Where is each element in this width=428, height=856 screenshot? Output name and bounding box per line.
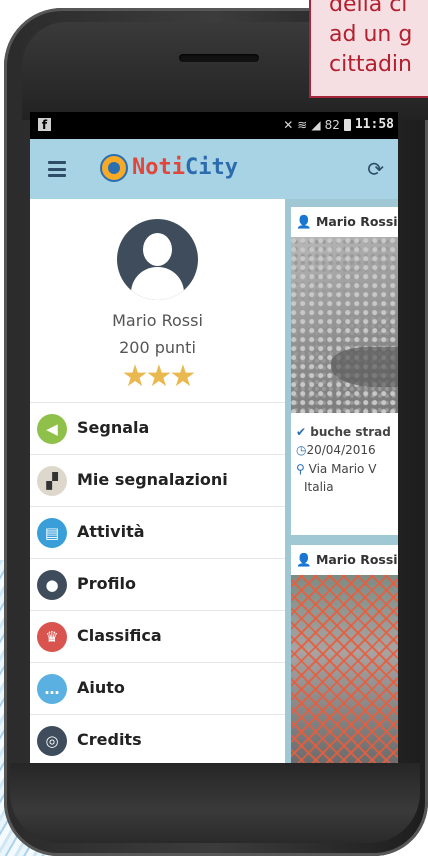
report-card[interactable]: 👤 Mario Rossi ✔ buche strad ◷20/04/2016 … [291,207,398,535]
phone-speaker [179,54,259,62]
facebook-icon: f [38,118,51,132]
rings-icon: ◎ [37,726,67,756]
menu-item-segnala[interactable]: ◀ Segnala [30,402,285,454]
drawer-menu: ◀ Segnala ▞ Mie segnalazioni ▤ Attività … [30,402,285,763]
user-name: Mario Rossi [112,311,203,330]
callout-line-2: ad un g [329,22,413,47]
card-author: Mario Rossi [315,552,398,567]
user-icon: ● [37,570,67,600]
logo-text-city: City [184,155,238,180]
card-category: ✔ buche strad [296,425,391,439]
callout-box: della ci ad un g cittadin [309,0,428,98]
avatar[interactable] [117,219,198,300]
report-card[interactable]: 👤 Mario Rossi [291,545,398,763]
location-icon: ⚲ [296,462,305,476]
callout-line-3: cittadin [329,52,412,77]
callout-line-1: della ci [329,0,408,17]
app-logo-icon [100,154,128,182]
battery-level: 82 [324,117,340,132]
mute-icon: ✕ [283,117,294,132]
wifi-icon: ≋ [297,117,308,132]
check-icon: ✔ [296,425,307,439]
card-date: ◷20/04/2016 [296,443,376,457]
logo-text-noti: Noti [132,155,185,180]
card-address: ⚲ Via Mario V [296,462,376,476]
user-icon: 👤 [296,214,312,229]
menu-icon[interactable] [48,161,66,177]
menu-item-profilo[interactable]: ● Profilo [30,558,285,610]
menu-item-attivita[interactable]: ▤ Attività [30,506,285,558]
app-logo: NotiCity [132,155,238,180]
report-photo[interactable] [291,237,398,413]
phone-screen: f ✕ ≋ ◢ 82 11:58 NotiCity ⟳ Mario Rossi … [30,112,398,763]
menu-item-label: Aiuto [77,678,125,697]
card-address-text: Via Mario V [308,462,377,476]
menu-item-aiuto[interactable]: … Aiuto [30,662,285,714]
menu-item-label: Segnala [77,418,150,437]
menu-item-label: Profilo [77,574,136,593]
navigation-drawer: Mario Rossi 200 punti ★★★ ◀ Segnala ▞ Mi… [30,199,285,763]
phone-bottom-bezel [10,763,420,843]
megaphone-icon: ◀ [37,414,67,444]
clock: 11:58 [354,117,394,132]
menu-item-classifica[interactable]: ♛ Classifica [30,610,285,662]
app-bar: NotiCity ⟳ [30,139,398,199]
refresh-icon[interactable]: ⟳ [367,157,384,181]
user-points: 200 punti [119,338,196,357]
menu-item-label: Credits [77,730,142,749]
menu-item-label: Classifica [77,626,162,645]
clipboard-icon: ▤ [37,518,67,548]
card-country: Italia [304,480,334,494]
status-bar: f ✕ ≋ ◢ 82 11:58 [30,112,398,139]
user-icon: 👤 [296,552,312,567]
card-date-text: 20/04/2016 [306,443,376,457]
menu-item-label: Attività [77,522,145,541]
menu-item-label: Mie segnalazioni [77,470,228,489]
clock-icon: ◷ [296,443,307,457]
roadblock-icon: ▞ [37,466,67,496]
menu-item-credits[interactable]: ◎ Credits [30,714,285,763]
card-author: Mario Rossi [315,214,398,229]
chat-icon: … [37,674,67,704]
rating-stars: ★★★ [121,359,197,394]
report-photo[interactable] [291,575,398,763]
report-feed: 👤 Mario Rossi ✔ buche strad ◷20/04/2016 … [291,199,398,763]
signal-icon: ◢ [311,117,321,132]
battery-icon [343,118,351,131]
card-category-text: buche strad [310,425,391,439]
menu-item-mie-segnalazioni[interactable]: ▞ Mie segnalazioni [30,454,285,506]
trophy-icon: ♛ [37,622,67,652]
